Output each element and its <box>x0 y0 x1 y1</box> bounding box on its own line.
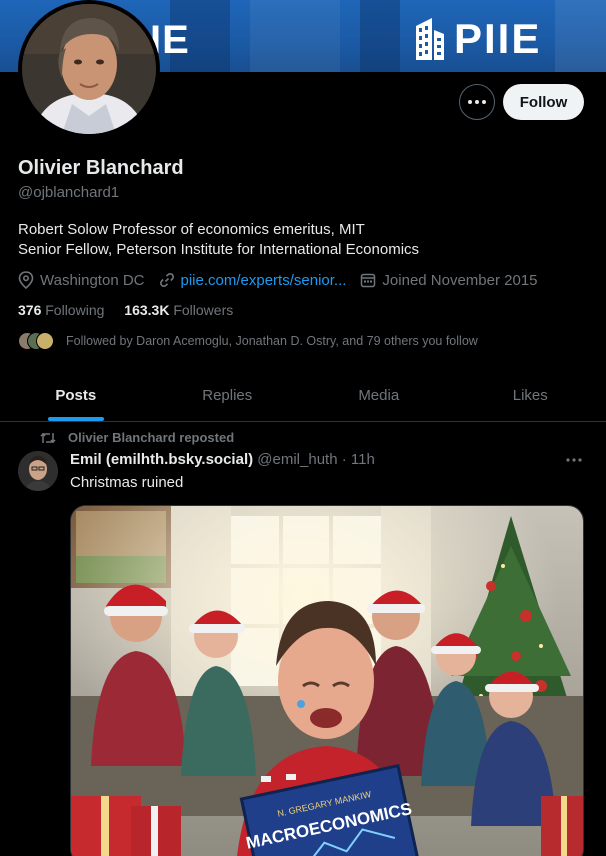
tab-replies[interactable]: Replies <box>152 370 304 421</box>
followed-by[interactable]: Followed by Daron Acemoglu, Jonathan D. … <box>18 332 478 350</box>
followed-by-avatars <box>18 332 56 350</box>
location-pin-icon <box>18 271 34 289</box>
tab-label: Replies <box>202 387 253 404</box>
repost-indicator[interactable]: Olivier Blanchard reposted <box>40 430 234 445</box>
profile-meta: Washington DC piie.com/experts/senior...… <box>18 271 552 289</box>
more-options-button[interactable] <box>459 84 495 120</box>
tab-label: Posts <box>55 387 97 404</box>
joined-item: Joined November 2015 <box>360 271 538 289</box>
profile-bio: Robert Solow Professor of economics emer… <box>18 220 419 260</box>
repost-text: Olivier Blanchard reposted <box>68 430 235 445</box>
follow-button[interactable]: Follow <box>503 84 584 120</box>
link-icon <box>159 273 174 287</box>
active-tab-indicator <box>47 417 104 421</box>
website-link[interactable]: piie.com/experts/senior... <box>181 272 347 289</box>
tweet-separator: · <box>341 451 347 468</box>
profile-handle: @ojblanchard1 <box>18 184 120 201</box>
following-label: Following <box>45 302 105 318</box>
tweet-author-avatar[interactable] <box>18 451 58 491</box>
piie-logo: PIIE <box>410 16 541 62</box>
following-stat[interactable]: 376 Following <box>18 302 104 318</box>
more-horizontal-icon <box>566 458 582 462</box>
followers-count: 163.3K <box>124 302 170 318</box>
tweet-header: Emil (emilhth.bsky.social) @emil_huth · … <box>70 451 375 468</box>
christmas-illustration: N. GREGARY MANKIW MACROECONOMICS <box>71 506 583 856</box>
tab-posts[interactable]: Posts <box>0 370 152 421</box>
profile-stats: 376 Following 163.3K Followers <box>18 302 249 318</box>
tweet-author-name[interactable]: Emil (emilhth.bsky.social) <box>70 451 253 468</box>
tweet-author-handle[interactable]: @emil_huth <box>257 451 337 468</box>
tab-media[interactable]: Media <box>303 370 455 421</box>
website-item[interactable]: piie.com/experts/senior... <box>159 272 347 289</box>
followers-label: Followers <box>173 302 234 318</box>
bio-line-1: Robert Solow Professor of economics emer… <box>18 221 365 238</box>
profile-avatar[interactable] <box>18 0 160 138</box>
more-horizontal-icon <box>468 100 486 104</box>
joined-text: Joined November 2015 <box>382 271 538 289</box>
tweet-media-image[interactable]: N. GREGARY MANKIW MACROECONOMICS <box>70 505 584 856</box>
calendar-icon <box>361 273 376 288</box>
mini-avatar <box>36 332 54 350</box>
tab-likes[interactable]: Likes <box>455 370 606 421</box>
following-count: 376 <box>18 302 42 318</box>
bio-line-2: Senior Fellow, Peterson Institute for In… <box>18 241 420 258</box>
profile-tabs: Posts Replies Media Likes <box>0 370 606 422</box>
tweet-more-button[interactable] <box>563 452 585 468</box>
banner-logo-text: PIIE <box>454 15 542 62</box>
tab-label: Media <box>358 387 400 404</box>
followed-by-text: Followed by Daron Acemoglu, Jonathan D. … <box>66 334 478 348</box>
tab-label: Likes <box>512 387 548 404</box>
repost-icon <box>40 432 56 443</box>
location-text: Washington DC <box>40 271 145 289</box>
followers-stat[interactable]: 163.3K Followers <box>124 302 233 318</box>
profile-name: Olivier Blanchard <box>18 157 184 179</box>
location-item: Washington DC <box>18 271 145 289</box>
tweet-time[interactable]: 11h <box>351 451 375 468</box>
piie-building-icon <box>416 18 444 60</box>
tweet-text: Christmas ruined <box>70 474 184 491</box>
